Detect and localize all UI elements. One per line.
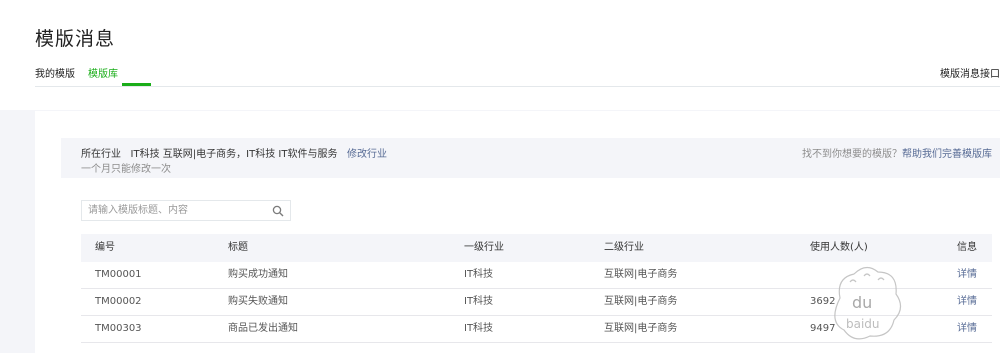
- modify-industry-link[interactable]: 修改行业: [347, 149, 387, 160]
- watermark-text-baidu: baidu: [846, 317, 880, 331]
- active-tab-indicator: [122, 83, 151, 86]
- industry-value: IT科技 互联网|电子商务，IT科技 IT软件与服务: [130, 149, 338, 160]
- baidu-watermark-icon: du baidu: [834, 266, 902, 340]
- row-id: TM00001: [95, 269, 142, 280]
- tab-bar: 我的模版 模版库 模版消息接口: [35, 62, 1000, 87]
- row-id: TM00303: [95, 323, 142, 334]
- row-title: 购买成功通知: [228, 269, 288, 280]
- row-industry2: 互联网|电子商务: [604, 296, 678, 307]
- not-found-text: 找不到你想要的模版？: [802, 149, 902, 160]
- template-api-link[interactable]: 模版消息接口: [940, 65, 1000, 80]
- page-title: 模版消息: [35, 28, 116, 50]
- tab-my-templates[interactable]: 我的模版: [35, 65, 75, 80]
- row-industry2: 互联网|电子商务: [604, 269, 678, 280]
- col-header-info: 信息: [957, 242, 977, 253]
- industry-note: 一个月只能修改一次: [81, 164, 171, 175]
- col-header-industry2: 二级行业: [604, 242, 644, 253]
- row-industry2: 互联网|电子商务: [604, 323, 678, 334]
- tab-template-library[interactable]: 模版库: [88, 65, 118, 80]
- search-box[interactable]: [81, 200, 291, 221]
- col-header-industry1: 一级行业: [464, 242, 504, 253]
- row-detail-link[interactable]: 详情: [957, 289, 977, 315]
- search-input[interactable]: [88, 203, 268, 218]
- row-industry1: IT科技: [464, 269, 494, 280]
- row-id: TM00002: [95, 296, 142, 307]
- col-header-id: 编号: [95, 242, 115, 253]
- row-industry1: IT科技: [464, 296, 494, 307]
- watermark-text-du: du: [852, 293, 872, 312]
- industry-line: 所在行业 IT科技 互联网|电子商务，IT科技 IT软件与服务 修改行业: [81, 145, 387, 160]
- template-feedback: 找不到你想要的模版？帮助我们完善模版库: [802, 145, 992, 160]
- search-icon[interactable]: [272, 205, 284, 217]
- row-detail-link[interactable]: 详情: [957, 316, 977, 342]
- row-detail-link[interactable]: 详情: [957, 262, 977, 288]
- industry-info-bar: 所在行业 IT科技 互联网|电子商务，IT科技 IT软件与服务 修改行业 一个月…: [61, 138, 1000, 178]
- col-header-title: 标题: [228, 242, 248, 253]
- help-improve-link[interactable]: 帮助我们完善模版库: [902, 149, 992, 160]
- row-industry1: IT科技: [464, 323, 494, 334]
- row-title: 购买失败通知: [228, 296, 288, 307]
- top-header: 模版消息 我的模版 模版库 模版消息接口: [0, 0, 1000, 110]
- row-title: 商品已发出通知: [228, 323, 298, 334]
- industry-label: 所在行业: [81, 149, 121, 160]
